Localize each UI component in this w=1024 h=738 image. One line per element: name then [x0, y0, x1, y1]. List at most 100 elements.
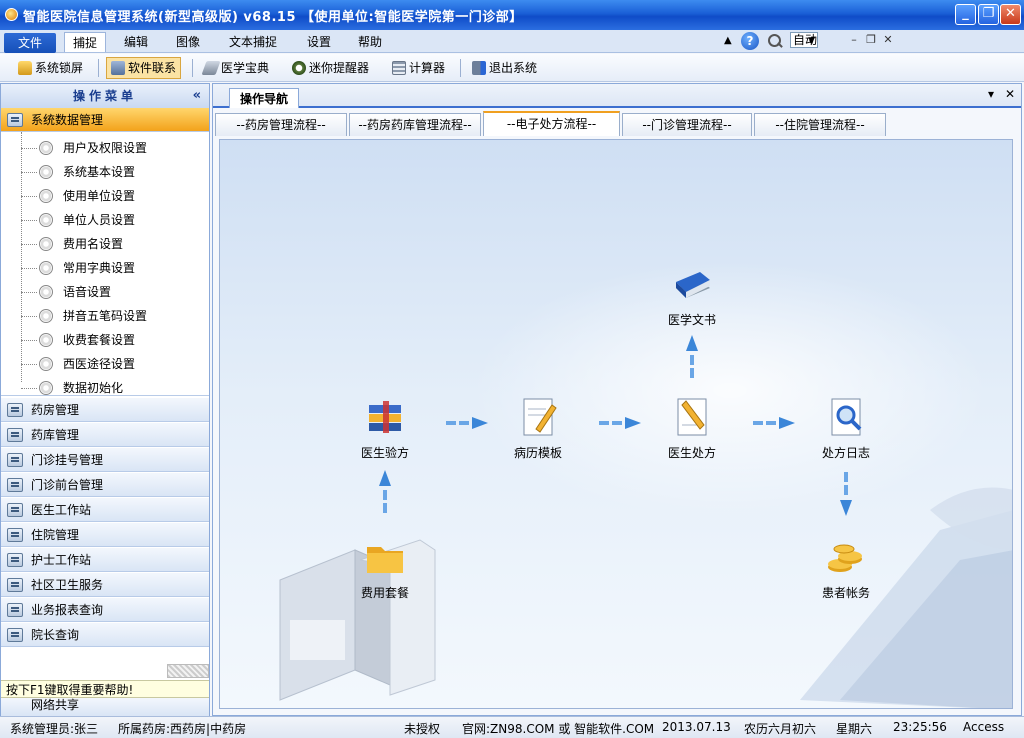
module-icon: [7, 478, 23, 492]
sub-item-fee-names[interactable]: 费用名设置: [1, 232, 209, 256]
sub-item-dictionary[interactable]: 常用字典设置: [1, 256, 209, 280]
menu-edit[interactable]: 编辑: [116, 32, 156, 52]
software-contact-button[interactable]: 软件联系: [106, 57, 182, 79]
sub-item-fee-packages[interactable]: 收费套餐设置: [1, 328, 209, 352]
menu-file[interactable]: 文件: [4, 33, 56, 53]
group-doctor-station[interactable]: 医生工作站: [1, 498, 209, 522]
group-inpatient[interactable]: 住院管理: [1, 523, 209, 547]
tab-pharmacy-storage-flow[interactable]: --药房药库管理流程--: [349, 113, 481, 136]
group-network-share[interactable]: 网络共享: [1, 698, 209, 716]
node-record-template[interactable]: 病历模板: [493, 395, 583, 461]
coins-icon: [828, 544, 862, 572]
item-icon: [39, 333, 53, 347]
minimize-button[interactable]: _: [955, 4, 976, 25]
document-pencil-icon: [523, 398, 557, 436]
node-patient-account[interactable]: 患者帐务: [801, 535, 891, 601]
medical-dictionary-button[interactable]: 医学宝典: [200, 57, 273, 79]
tab-inpatient-flow[interactable]: --住院管理流程--: [754, 113, 886, 136]
menu-settings[interactable]: 设置: [299, 32, 339, 52]
operation-menu-panel: 操作菜单 « 系统数据管理 用户及权限设置 系统基本设置 使用单位设置 单位人员…: [0, 83, 210, 716]
menu-text-capture[interactable]: 文本捕捉: [221, 32, 285, 52]
status-website: 官网:ZN98.COM 或 智能软件.COM: [462, 722, 655, 736]
tab-outpatient-flow[interactable]: --门诊管理流程--: [622, 113, 752, 136]
sub-item-unit-settings[interactable]: 使用单位设置: [1, 184, 209, 208]
status-weekday: 星期六: [836, 722, 873, 736]
flow-tab-strip: --药房管理流程-- --药房药库管理流程-- --电子处方流程-- --门诊管…: [213, 111, 1021, 136]
collapse-icon[interactable]: «: [193, 84, 201, 108]
node-medical-book[interactable]: 医学文书: [647, 262, 737, 328]
module-icon: [7, 403, 23, 417]
title-bar: 智能医院信息管理系统(新型高级版) v68.15 【使用单位:智能医学院第一门诊…: [0, 0, 1024, 30]
status-date: 2013.07.13: [662, 720, 731, 734]
group-community-health[interactable]: 社区卫生服务: [1, 573, 209, 597]
exit-icon: [472, 61, 486, 75]
magnifier-document-icon: [831, 398, 862, 436]
lock-icon: [18, 61, 32, 75]
mdi-restore-button[interactable]: ❐: [863, 33, 879, 49]
tab-list-icon[interactable]: ▾: [988, 87, 994, 101]
menu-help[interactable]: 帮助: [350, 32, 390, 52]
help-icon[interactable]: ?: [741, 32, 759, 50]
reminder-icon: [292, 61, 306, 75]
chevron-down-icon: ▼: [808, 36, 816, 46]
folder-icon: [367, 547, 403, 573]
item-icon: [39, 141, 53, 155]
node-prescription-log[interactable]: 处方日志: [801, 395, 891, 461]
restore-button[interactable]: ❐: [978, 4, 999, 25]
arrow-up-icon: [686, 335, 698, 378]
item-icon: [39, 381, 53, 395]
window-title: 智能医院信息管理系统(新型高级版) v68.15 【使用单位:智能医学院第一门诊…: [23, 10, 523, 25]
item-icon: [39, 189, 53, 203]
group-director-query[interactable]: 院长查询: [1, 623, 209, 647]
module-icon: [7, 528, 23, 542]
group-registration[interactable]: 门诊挂号管理: [1, 448, 209, 472]
calculator-button[interactable]: 计算器: [388, 57, 449, 79]
item-icon: [39, 357, 53, 371]
close-button[interactable]: ✕: [1000, 4, 1021, 25]
mdi-close-button[interactable]: ✕: [880, 33, 896, 49]
chevron-up-icon[interactable]: ▲: [724, 35, 732, 46]
sub-item-staff-settings[interactable]: 单位人员设置: [1, 208, 209, 232]
scroll-thumb[interactable]: [167, 664, 209, 678]
node-fee-package[interactable]: 费用套餐: [340, 535, 430, 601]
group-outpatient-desk[interactable]: 门诊前台管理: [1, 473, 209, 497]
tab-operation-guide[interactable]: 操作导航: [229, 88, 299, 108]
main-panel: 操作导航 ▾ ✕ --药房管理流程-- --药房药库管理流程-- --电子处方流…: [212, 83, 1022, 716]
lock-screen-button[interactable]: 系统锁屏: [14, 57, 87, 79]
group-nurse-station[interactable]: 护士工作站: [1, 548, 209, 572]
menu-capture[interactable]: 捕捉: [64, 32, 107, 52]
group-system-data[interactable]: 系统数据管理: [1, 108, 209, 132]
sidebar-scrollbar[interactable]: [1, 664, 209, 678]
zoom-select[interactable]: 自动 ▼: [790, 32, 819, 48]
sub-item-system-basics[interactable]: 系统基本设置: [1, 160, 209, 184]
status-license: 未授权: [404, 722, 441, 736]
mdi-minimize-button[interactable]: –: [846, 33, 862, 49]
sub-item-western-routes[interactable]: 西医途径设置: [1, 352, 209, 376]
sub-item-data-init[interactable]: 数据初始化: [1, 376, 209, 400]
group-drug-storage[interactable]: 药库管理: [1, 423, 209, 447]
group-reports[interactable]: 业务报表查询: [1, 598, 209, 622]
node-doctor-check[interactable]: 医生验方: [340, 395, 430, 461]
node-doctor-prescription[interactable]: 医生处方: [647, 395, 737, 461]
arrow-right-icon: [446, 417, 488, 429]
sub-item-voice[interactable]: 语音设置: [1, 280, 209, 304]
tab-pharmacy-flow[interactable]: --药房管理流程--: [215, 113, 347, 136]
tab-close-icon[interactable]: ✕: [1005, 87, 1015, 101]
menu-image[interactable]: 图像: [168, 32, 208, 52]
item-icon: [39, 213, 53, 227]
toolbar: 系统锁屏 软件联系 医学宝典 迷你提醒器 计算器 退出系统: [0, 54, 1024, 82]
sub-item-input-codes[interactable]: 拼音五笔码设置: [1, 304, 209, 328]
tab-e-prescription-flow[interactable]: --电子处方流程--: [483, 111, 620, 136]
exit-system-button[interactable]: 退出系统: [468, 57, 541, 79]
mini-reminder-button[interactable]: 迷你提醒器: [288, 57, 373, 79]
module-icon: [7, 113, 23, 127]
sub-item-user-permissions[interactable]: 用户及权限设置: [1, 136, 209, 160]
arrow-up-icon: [379, 470, 391, 513]
calculator-icon: [392, 61, 406, 75]
document-tab-strip: 操作导航 ▾ ✕: [213, 84, 1021, 108]
item-icon: [39, 237, 53, 251]
toolbar-separator: [98, 59, 99, 77]
status-pharmacy: 所属药房:西药房|中药房: [118, 722, 247, 736]
module-icon: [7, 628, 23, 642]
group-pharmacy[interactable]: 药房管理: [1, 398, 209, 422]
